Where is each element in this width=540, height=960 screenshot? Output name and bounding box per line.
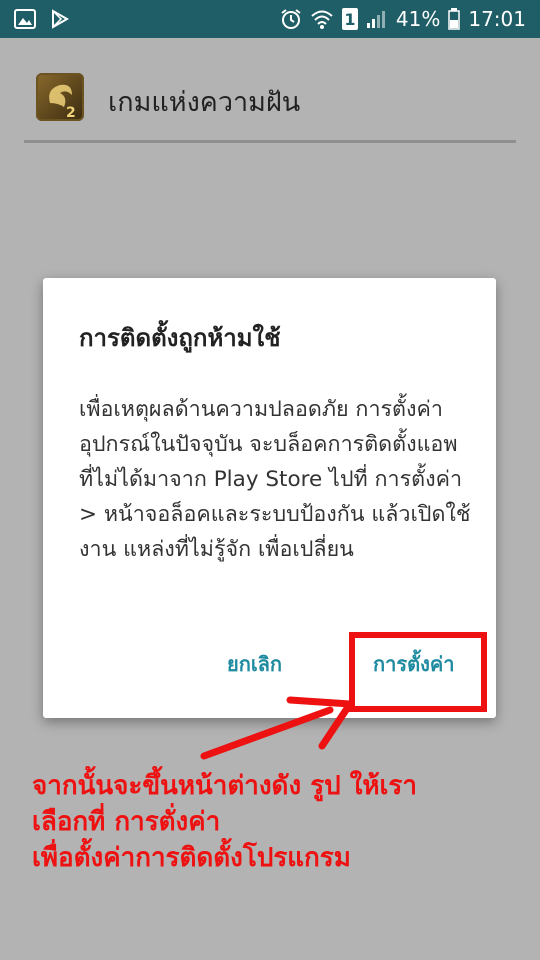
caption-line-1: จากนั้นจะขึ้นหน้าต่างดัง รูป ให้เรา — [32, 771, 417, 801]
wifi-icon — [310, 8, 334, 30]
gallery-icon — [14, 9, 36, 29]
settings-highlight-box — [349, 632, 487, 712]
play-store-icon — [50, 9, 70, 29]
app-header: 2 เกมแห่งความฝัน — [24, 38, 516, 143]
caption-line-3: เพื่อตั้งค่าการติดตั้งโปรแกรม — [32, 843, 351, 873]
battery-percent: 41% — [395, 7, 441, 31]
status-right-icons: 1 41% 17:01 — [280, 0, 526, 38]
cancel-button[interactable]: ยกเลิก — [227, 648, 282, 680]
app-title: เกมแห่งความฝัน — [108, 87, 301, 118]
sim-icon: 1 — [341, 8, 358, 30]
status-left-icons — [14, 0, 70, 38]
app-logo-icon: 2 — [36, 73, 84, 121]
status-bar: 1 41% 17:01 — [0, 0, 540, 38]
clock: 17:01 — [468, 7, 526, 31]
svg-text:2: 2 — [66, 105, 76, 121]
arrow-icon — [200, 696, 354, 760]
instruction-caption: จากนั้นจะขึ้นหน้าต่างดัง รูป ให้เรา เลือ… — [32, 768, 532, 876]
dialog-title: การติดตั้งถูกห้ามใช้ — [79, 324, 281, 352]
battery-icon — [448, 8, 461, 30]
caption-line-2: เลือกที่ การตั่งค่า — [32, 807, 221, 837]
signal-icon — [366, 9, 388, 29]
dialog-message: เพื่อเหตุผลด้านความปลอดภัย การตั้งค่าอุป… — [79, 397, 471, 562]
alarm-icon — [280, 8, 302, 30]
